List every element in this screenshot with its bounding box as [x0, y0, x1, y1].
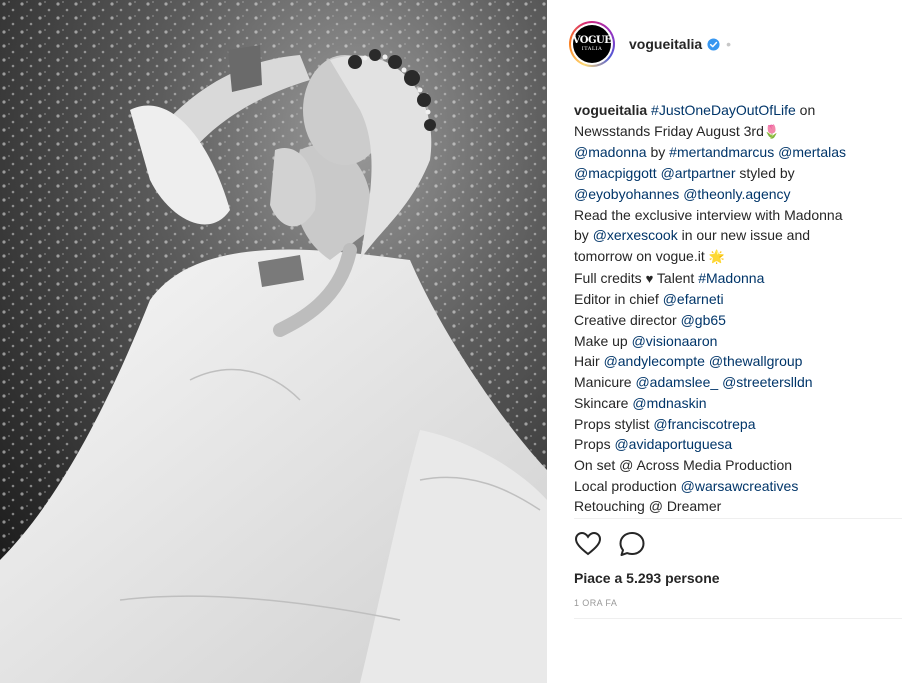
speech-bubble-icon[interactable] [618, 530, 646, 558]
caption-line: On set @ Across Media Production [574, 455, 896, 476]
header-username[interactable]: vogueitalia [629, 36, 702, 52]
caption-text: on [795, 102, 816, 118]
caption-line: tomorrow on vogue.it 🌟 [574, 246, 896, 268]
mention-link[interactable]: @artpartner [661, 165, 736, 181]
post-timestamp[interactable]: 1 ORA FA [574, 598, 617, 608]
caption-text: Talent [653, 269, 699, 286]
caption-text: Skincare [574, 394, 633, 411]
divider [574, 518, 902, 519]
avatar-inner: VOGUE ITALIA [571, 23, 613, 65]
caption-line: @macpiggott @artpartner styled by [574, 163, 896, 184]
avatar[interactable]: VOGUE ITALIA [569, 21, 615, 67]
hashtag-link[interactable]: #mertandmarcus [669, 144, 774, 160]
caption-line: vogueitalia #JustOneDayOutOfLife on [574, 100, 896, 121]
mention-link[interactable]: @adamslee_ [635, 374, 718, 390]
caption-line: Local production @warsawcreatives [574, 476, 896, 497]
caption-text: by [646, 144, 670, 161]
logo-sub-text: ITALIA [581, 46, 603, 52]
post-header: VOGUE ITALIA vogueitalia • [547, 0, 912, 88]
caption-text: tomorrow on vogue.it [574, 247, 709, 264]
caption-text: Props stylist [574, 415, 654, 432]
mention-link[interactable]: @macpiggott [574, 165, 657, 181]
caption-text: Retouching @ Dreamer [574, 498, 722, 515]
likes-count[interactable]: Piace a 5.293 persone [574, 570, 720, 586]
caption-line: Skincare @mdnaskin [574, 393, 896, 414]
hashtag-link[interactable]: #Madonna [698, 270, 764, 286]
mention-link[interactable]: @avidaportuguesa [614, 436, 732, 452]
mention-link[interactable]: @mdnaskin [632, 395, 706, 411]
mention-link[interactable]: @streeterslldn [722, 374, 812, 390]
hashtag-link[interactable]: #JustOneDayOutOfLife [651, 102, 796, 118]
mention-link[interactable]: @efarneti [663, 291, 724, 307]
caption-line: Hair @andylecompte @thewallgroup [574, 351, 896, 372]
caption-text: Editor in chief [574, 291, 663, 308]
mention-link[interactable]: @gb65 [681, 312, 726, 328]
caption-text: Full credits [574, 269, 646, 286]
caption-text: Hair [574, 353, 604, 370]
mention-link[interactable]: @franciscotrepa [653, 416, 755, 432]
caption-text: Make up [574, 332, 632, 349]
caption-username[interactable]: vogueitalia [574, 102, 647, 118]
heart-outline-icon[interactable] [574, 530, 602, 558]
caption-text: Local production [574, 477, 681, 494]
caption-text: styled by [735, 165, 795, 182]
caption-line: by @xerxescook in our new issue and [574, 225, 896, 246]
mention-link[interactable]: @eyobyohannes [574, 186, 679, 202]
mention-link[interactable]: @madonna [574, 144, 647, 160]
post-photo[interactable] [0, 0, 547, 683]
caption-line: Manicure @adamslee_ @streeterslldn [574, 372, 896, 393]
verified-badge-icon [707, 37, 720, 51]
caption-line: Creative director @gb65 [574, 310, 896, 331]
mention-link[interactable]: @xerxescook [593, 227, 678, 243]
caption-line: Make up @visionaaron [574, 331, 896, 352]
emoji: 🌟 [708, 248, 725, 264]
caption-line: @madonna by #mertandmarcus @mertalas [574, 142, 896, 163]
caption-line: Full credits ♥ Talent #Madonna [574, 268, 896, 290]
caption-line: Props @avidaportuguesa [574, 434, 896, 455]
photo-illustration [0, 0, 547, 683]
mention-link[interactable]: @andylecompte [604, 353, 705, 369]
caption-text: On set @ Across Media Production [574, 456, 793, 473]
follow-separator-dot: • [726, 36, 732, 52]
mention-link[interactable]: @theonly.agency [683, 186, 790, 202]
post-caption: vogueitalia #JustOneDayOutOfLife on Newss… [574, 100, 896, 520]
action-bar [574, 530, 646, 558]
caption-line: Newsstands Friday August 3rd🌷 [574, 121, 896, 143]
caption-line: Retouching @ Dreamer [574, 496, 896, 517]
caption-text: in our new issue and [677, 227, 811, 244]
caption-line: @eyobyohannes @theonly.agency [574, 184, 896, 205]
caption-text: Creative director [574, 312, 681, 329]
vogue-italia-logo: VOGUE ITALIA [572, 25, 612, 63]
emoji: 🌷 [763, 123, 781, 139]
caption-text: Newsstands Friday August 3rd [574, 122, 764, 139]
mention-link[interactable]: @warsawcreatives [681, 478, 799, 494]
mention-link[interactable]: @mertalas [778, 144, 846, 160]
divider [574, 618, 902, 619]
caption-text: by [574, 227, 593, 244]
mention-link[interactable]: @thewallgroup [709, 353, 803, 369]
logo-main-text: VOGUE [572, 35, 612, 46]
caption-text: Read the exclusive interview with Madonn… [574, 206, 843, 223]
caption-line: Read the exclusive interview with Madonn… [574, 205, 896, 226]
caption-line: Editor in chief @efarneti [574, 289, 896, 310]
mention-link[interactable]: @visionaaron [632, 333, 718, 349]
caption-line: Props stylist @franciscotrepa [574, 414, 896, 435]
caption-text: Props [574, 436, 615, 453]
caption-text: Manicure [574, 374, 636, 391]
